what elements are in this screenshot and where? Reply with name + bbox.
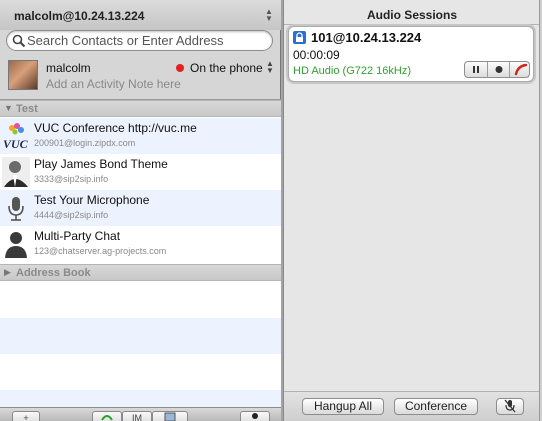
hold-button[interactable] — [465, 62, 487, 77]
empty-row — [0, 354, 281, 390]
person-silhouette-icon — [5, 232, 27, 258]
pause-icon — [473, 66, 479, 73]
contact-name: VUC Conference http://vuc.me — [34, 121, 197, 135]
group-label: Test — [16, 103, 38, 115]
account-name: malcolm@10.24.13.224 — [14, 9, 145, 23]
contacts-toolbar: + IM — [0, 407, 281, 421]
record-icon — [495, 66, 503, 73]
call-button[interactable] — [92, 411, 122, 421]
contacts-pane: malcolm@10.24.13.224 ▲▼ malcolm On the p… — [0, 0, 281, 421]
session-remote-uri: 101@10.24.13.224 — [311, 30, 422, 45]
my-presence-row: malcolm On the phone ▲ ▼ Add an Activity … — [0, 55, 281, 97]
lock-icon — [293, 31, 306, 44]
session-codec: HD Audio (G722 16kHz) — [293, 65, 411, 77]
group-header-address-book[interactable]: ▶ Address Book — [0, 264, 281, 281]
session-controls — [464, 61, 530, 78]
hangup-button[interactable] — [509, 62, 531, 77]
disclosure-expanded-icon[interactable]: ▼ — [4, 103, 13, 113]
account-selector[interactable]: malcolm@10.24.13.224 ▲ ▼ — [0, 0, 281, 30]
contact-item-vuc[interactable]: VUC VUC Conference http://vuc.me 200901@… — [0, 118, 281, 154]
search-icon — [12, 34, 26, 48]
contact-name: Multi-Party Chat — [34, 229, 121, 243]
chevron-updown-icon: ▲ ▼ — [265, 7, 273, 23]
status-dot-icon — [176, 64, 184, 72]
contact-action-button[interactable] — [240, 411, 270, 421]
chevron-updown-icon: ▲ ▼ — [266, 59, 274, 75]
contact-item-james-bond[interactable]: Play James Bond Theme 3333@sip2sip.info — [0, 154, 281, 190]
screen-icon — [164, 412, 176, 421]
person-silhouette-icon — [252, 413, 258, 419]
screen-share-button[interactable] — [152, 411, 188, 421]
group-label: Address Book — [16, 267, 91, 279]
pane-title: Audio Sessions — [284, 8, 540, 25]
contact-uri: 200901@login.zipdx.com — [34, 138, 136, 148]
contact-name: Play James Bond Theme — [34, 157, 168, 171]
im-button[interactable]: IM — [122, 411, 152, 421]
microphone-icon — [8, 197, 24, 221]
contact-uri: 4444@sip2sip.info — [34, 210, 109, 220]
disclosure-collapsed-icon[interactable]: ▶ — [4, 267, 11, 278]
empty-row — [0, 282, 281, 318]
james-bond-avatar-icon — [2, 157, 30, 187]
mute-button[interactable] — [496, 398, 524, 415]
contact-item-multi-party-chat[interactable]: Multi-Party Chat 123@chatserver.ag-proje… — [0, 226, 281, 262]
search-input[interactable] — [27, 32, 267, 49]
activity-note-field[interactable]: Add an Activity Note here — [46, 77, 181, 91]
muted-microphone-icon — [504, 399, 516, 413]
hangup-all-button[interactable]: Hangup All — [302, 398, 384, 415]
session-duration: 00:00:09 — [293, 48, 340, 62]
hangup-phone-icon — [514, 63, 528, 76]
phone-icon — [101, 415, 113, 421]
my-display-name: malcolm — [46, 61, 91, 75]
record-button[interactable] — [487, 62, 509, 77]
search-field[interactable] — [6, 30, 273, 51]
audio-session-card[interactable]: 101@10.24.13.224 00:00:09 HD Audio (G722… — [288, 26, 534, 82]
avatar[interactable] — [8, 60, 38, 90]
audio-sessions-pane: Audio Sessions 101@10.24.13.224 00:00:09… — [283, 0, 540, 421]
contact-name: Test Your Microphone — [34, 193, 150, 207]
group-header-test[interactable]: ▼ Test — [0, 100, 281, 117]
contact-uri: 3333@sip2sip.info — [34, 174, 109, 184]
empty-row — [0, 390, 281, 408]
svg-text:VUC: VUC — [3, 137, 29, 151]
add-contact-button[interactable]: + — [12, 411, 40, 421]
sessions-toolbar: Hangup All Conference — [284, 391, 540, 421]
contact-list: ▼ Test VUC VUC Conference http://vuc.me … — [0, 99, 281, 408]
empty-row — [0, 318, 281, 354]
contact-item-microphone-test[interactable]: Test Your Microphone 4444@sip2sip.info — [0, 190, 281, 226]
contact-uri: 123@chatserver.ag-projects.com — [34, 246, 167, 256]
vuc-logo-icon: VUC — [3, 123, 29, 151]
presence-status-label: On the phone — [190, 61, 263, 75]
conference-button[interactable]: Conference — [394, 398, 478, 415]
